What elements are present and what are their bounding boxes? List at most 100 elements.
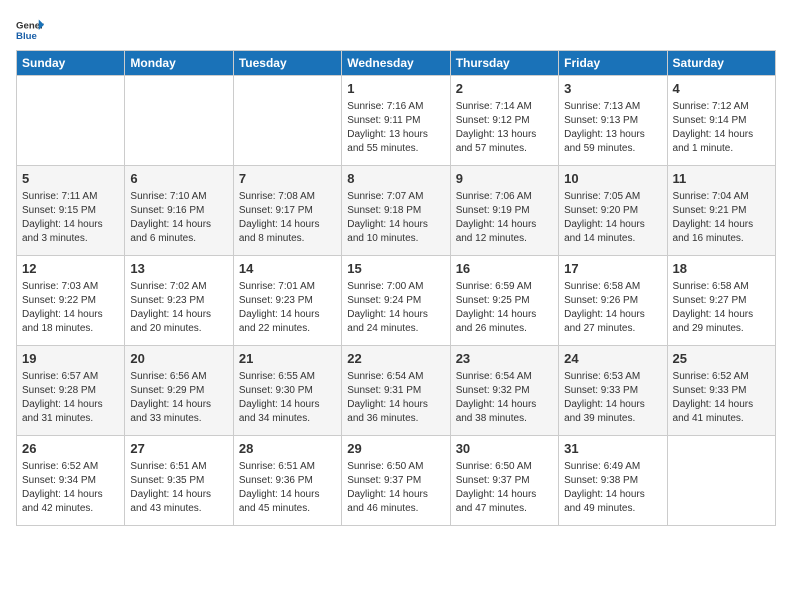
logo-icon: General Blue: [16, 16, 44, 44]
day-info: Daylight: 14 hours and 36 minutes.: [347, 398, 444, 426]
day-info: Daylight: 14 hours and 42 minutes.: [22, 488, 119, 516]
day-info: Sunrise: 6:56 AM: [130, 370, 227, 384]
day-number: 11: [673, 170, 770, 188]
calendar-cell: 18Sunrise: 6:58 AMSunset: 9:27 PMDayligh…: [667, 256, 775, 346]
day-number: 4: [673, 80, 770, 98]
day-info: Daylight: 14 hours and 22 minutes.: [239, 308, 336, 336]
day-info: Sunset: 9:15 PM: [22, 204, 119, 218]
calendar-cell: 27Sunrise: 6:51 AMSunset: 9:35 PMDayligh…: [125, 436, 233, 526]
day-info: Daylight: 14 hours and 20 minutes.: [130, 308, 227, 336]
calendar-cell: 20Sunrise: 6:56 AMSunset: 9:29 PMDayligh…: [125, 346, 233, 436]
day-info: Sunset: 9:31 PM: [347, 384, 444, 398]
day-number: 18: [673, 260, 770, 278]
calendar-table: SundayMondayTuesdayWednesdayThursdayFrid…: [16, 50, 776, 526]
day-number: 21: [239, 350, 336, 368]
day-number: 20: [130, 350, 227, 368]
day-info: Sunrise: 6:55 AM: [239, 370, 336, 384]
day-info: Sunrise: 6:50 AM: [456, 460, 553, 474]
day-info: Daylight: 14 hours and 29 minutes.: [673, 308, 770, 336]
day-number: 28: [239, 440, 336, 458]
page-header: General Blue: [16, 16, 776, 44]
calendar-cell: 11Sunrise: 7:04 AMSunset: 9:21 PMDayligh…: [667, 166, 775, 256]
calendar-cell: [667, 436, 775, 526]
day-info: Sunrise: 7:11 AM: [22, 190, 119, 204]
svg-text:Blue: Blue: [16, 31, 37, 42]
day-info: Sunset: 9:34 PM: [22, 474, 119, 488]
day-info: Sunset: 9:27 PM: [673, 294, 770, 308]
day-info: Daylight: 14 hours and 39 minutes.: [564, 398, 661, 426]
day-info: Sunset: 9:37 PM: [456, 474, 553, 488]
day-number: 27: [130, 440, 227, 458]
day-info: Daylight: 14 hours and 6 minutes.: [130, 218, 227, 246]
day-number: 13: [130, 260, 227, 278]
day-number: 8: [347, 170, 444, 188]
calendar-cell: 15Sunrise: 7:00 AMSunset: 9:24 PMDayligh…: [342, 256, 450, 346]
day-number: 16: [456, 260, 553, 278]
day-info: Daylight: 13 hours and 59 minutes.: [564, 128, 661, 156]
day-info: Sunrise: 7:08 AM: [239, 190, 336, 204]
day-info: Daylight: 14 hours and 24 minutes.: [347, 308, 444, 336]
day-info: Sunset: 9:38 PM: [564, 474, 661, 488]
day-number: 9: [456, 170, 553, 188]
day-info: Sunset: 9:17 PM: [239, 204, 336, 218]
day-number: 7: [239, 170, 336, 188]
day-info: Sunrise: 7:07 AM: [347, 190, 444, 204]
day-info: Daylight: 14 hours and 33 minutes.: [130, 398, 227, 426]
day-number: 3: [564, 80, 661, 98]
day-info: Daylight: 14 hours and 43 minutes.: [130, 488, 227, 516]
day-number: 2: [456, 80, 553, 98]
calendar-cell: 24Sunrise: 6:53 AMSunset: 9:33 PMDayligh…: [559, 346, 667, 436]
day-info: Daylight: 14 hours and 10 minutes.: [347, 218, 444, 246]
calendar-cell: 6Sunrise: 7:10 AMSunset: 9:16 PMDaylight…: [125, 166, 233, 256]
logo: General Blue: [16, 16, 44, 44]
day-number: 1: [347, 80, 444, 98]
calendar-cell: 21 Sunrise: 6:55 AMSunset: 9:30 PMDayligh…: [233, 346, 341, 436]
day-info: Sunrise: 7:12 AM: [673, 100, 770, 114]
column-header-monday: Monday: [125, 51, 233, 76]
day-info: Sunrise: 7:01 AM: [239, 280, 336, 294]
day-number: 12: [22, 260, 119, 278]
calendar-cell: 3Sunrise: 7:13 AMSunset: 9:13 PMDaylight…: [559, 76, 667, 166]
day-number: 6: [130, 170, 227, 188]
calendar-cell: 19Sunrise: 6:57 AMSunset: 9:28 PMDayligh…: [17, 346, 125, 436]
day-info: Sunrise: 7:10 AM: [130, 190, 227, 204]
calendar-cell: 7Sunrise: 7:08 AMSunset: 9:17 PMDaylight…: [233, 166, 341, 256]
day-info: Sunset: 9:30 PM: [239, 384, 336, 398]
day-info: Sunrise: 6:51 AM: [130, 460, 227, 474]
day-info: Daylight: 13 hours and 57 minutes.: [456, 128, 553, 156]
calendar-cell: 4Sunrise: 7:12 AMSunset: 9:14 PMDaylight…: [667, 76, 775, 166]
day-number: 25: [673, 350, 770, 368]
day-info: Sunset: 9:33 PM: [564, 384, 661, 398]
calendar-cell: 28Sunrise: 6:51 AMSunset: 9:36 PMDayligh…: [233, 436, 341, 526]
day-number: 31: [564, 440, 661, 458]
day-info: Daylight: 14 hours and 16 minutes.: [673, 218, 770, 246]
day-info: Sunrise: 7:14 AM: [456, 100, 553, 114]
calendar-cell: 14Sunrise: 7:01 AMSunset: 9:23 PMDayligh…: [233, 256, 341, 346]
day-info: Daylight: 14 hours and 27 minutes.: [564, 308, 661, 336]
day-info: Sunrise: 7:02 AM: [130, 280, 227, 294]
day-info: Sunset: 9:36 PM: [239, 474, 336, 488]
day-info: Daylight: 14 hours and 34 minutes.: [239, 398, 336, 426]
day-info: Daylight: 14 hours and 45 minutes.: [239, 488, 336, 516]
calendar-cell: 13Sunrise: 7:02 AMSunset: 9:23 PMDayligh…: [125, 256, 233, 346]
calendar-cell: 2 Sunrise: 7:14 AMSunset: 9:12 PMDaylight…: [450, 76, 558, 166]
day-number: 26: [22, 440, 119, 458]
day-info: Daylight: 13 hours and 55 minutes.: [347, 128, 444, 156]
day-number: 19: [22, 350, 119, 368]
day-number: 22: [347, 350, 444, 368]
day-info: Daylight: 14 hours and 46 minutes.: [347, 488, 444, 516]
day-info: Sunrise: 6:59 AM: [456, 280, 553, 294]
day-info: Sunset: 9:22 PM: [22, 294, 119, 308]
calendar-cell: [125, 76, 233, 166]
day-info: Sunset: 9:13 PM: [564, 114, 661, 128]
day-info: Sunrise: 6:57 AM: [22, 370, 119, 384]
day-info: Sunrise: 6:54 AM: [456, 370, 553, 384]
day-info: Sunrise: 6:53 AM: [564, 370, 661, 384]
calendar-cell: 10Sunrise: 7:05 AMSunset: 9:20 PMDayligh…: [559, 166, 667, 256]
day-info: Sunset: 9:12 PM: [456, 114, 553, 128]
day-number: 10: [564, 170, 661, 188]
day-info: Sunset: 9:21 PM: [673, 204, 770, 218]
calendar-cell: 25Sunrise: 6:52 AMSunset: 9:33 PMDayligh…: [667, 346, 775, 436]
day-info: Sunset: 9:37 PM: [347, 474, 444, 488]
day-info: Daylight: 14 hours and 18 minutes.: [22, 308, 119, 336]
